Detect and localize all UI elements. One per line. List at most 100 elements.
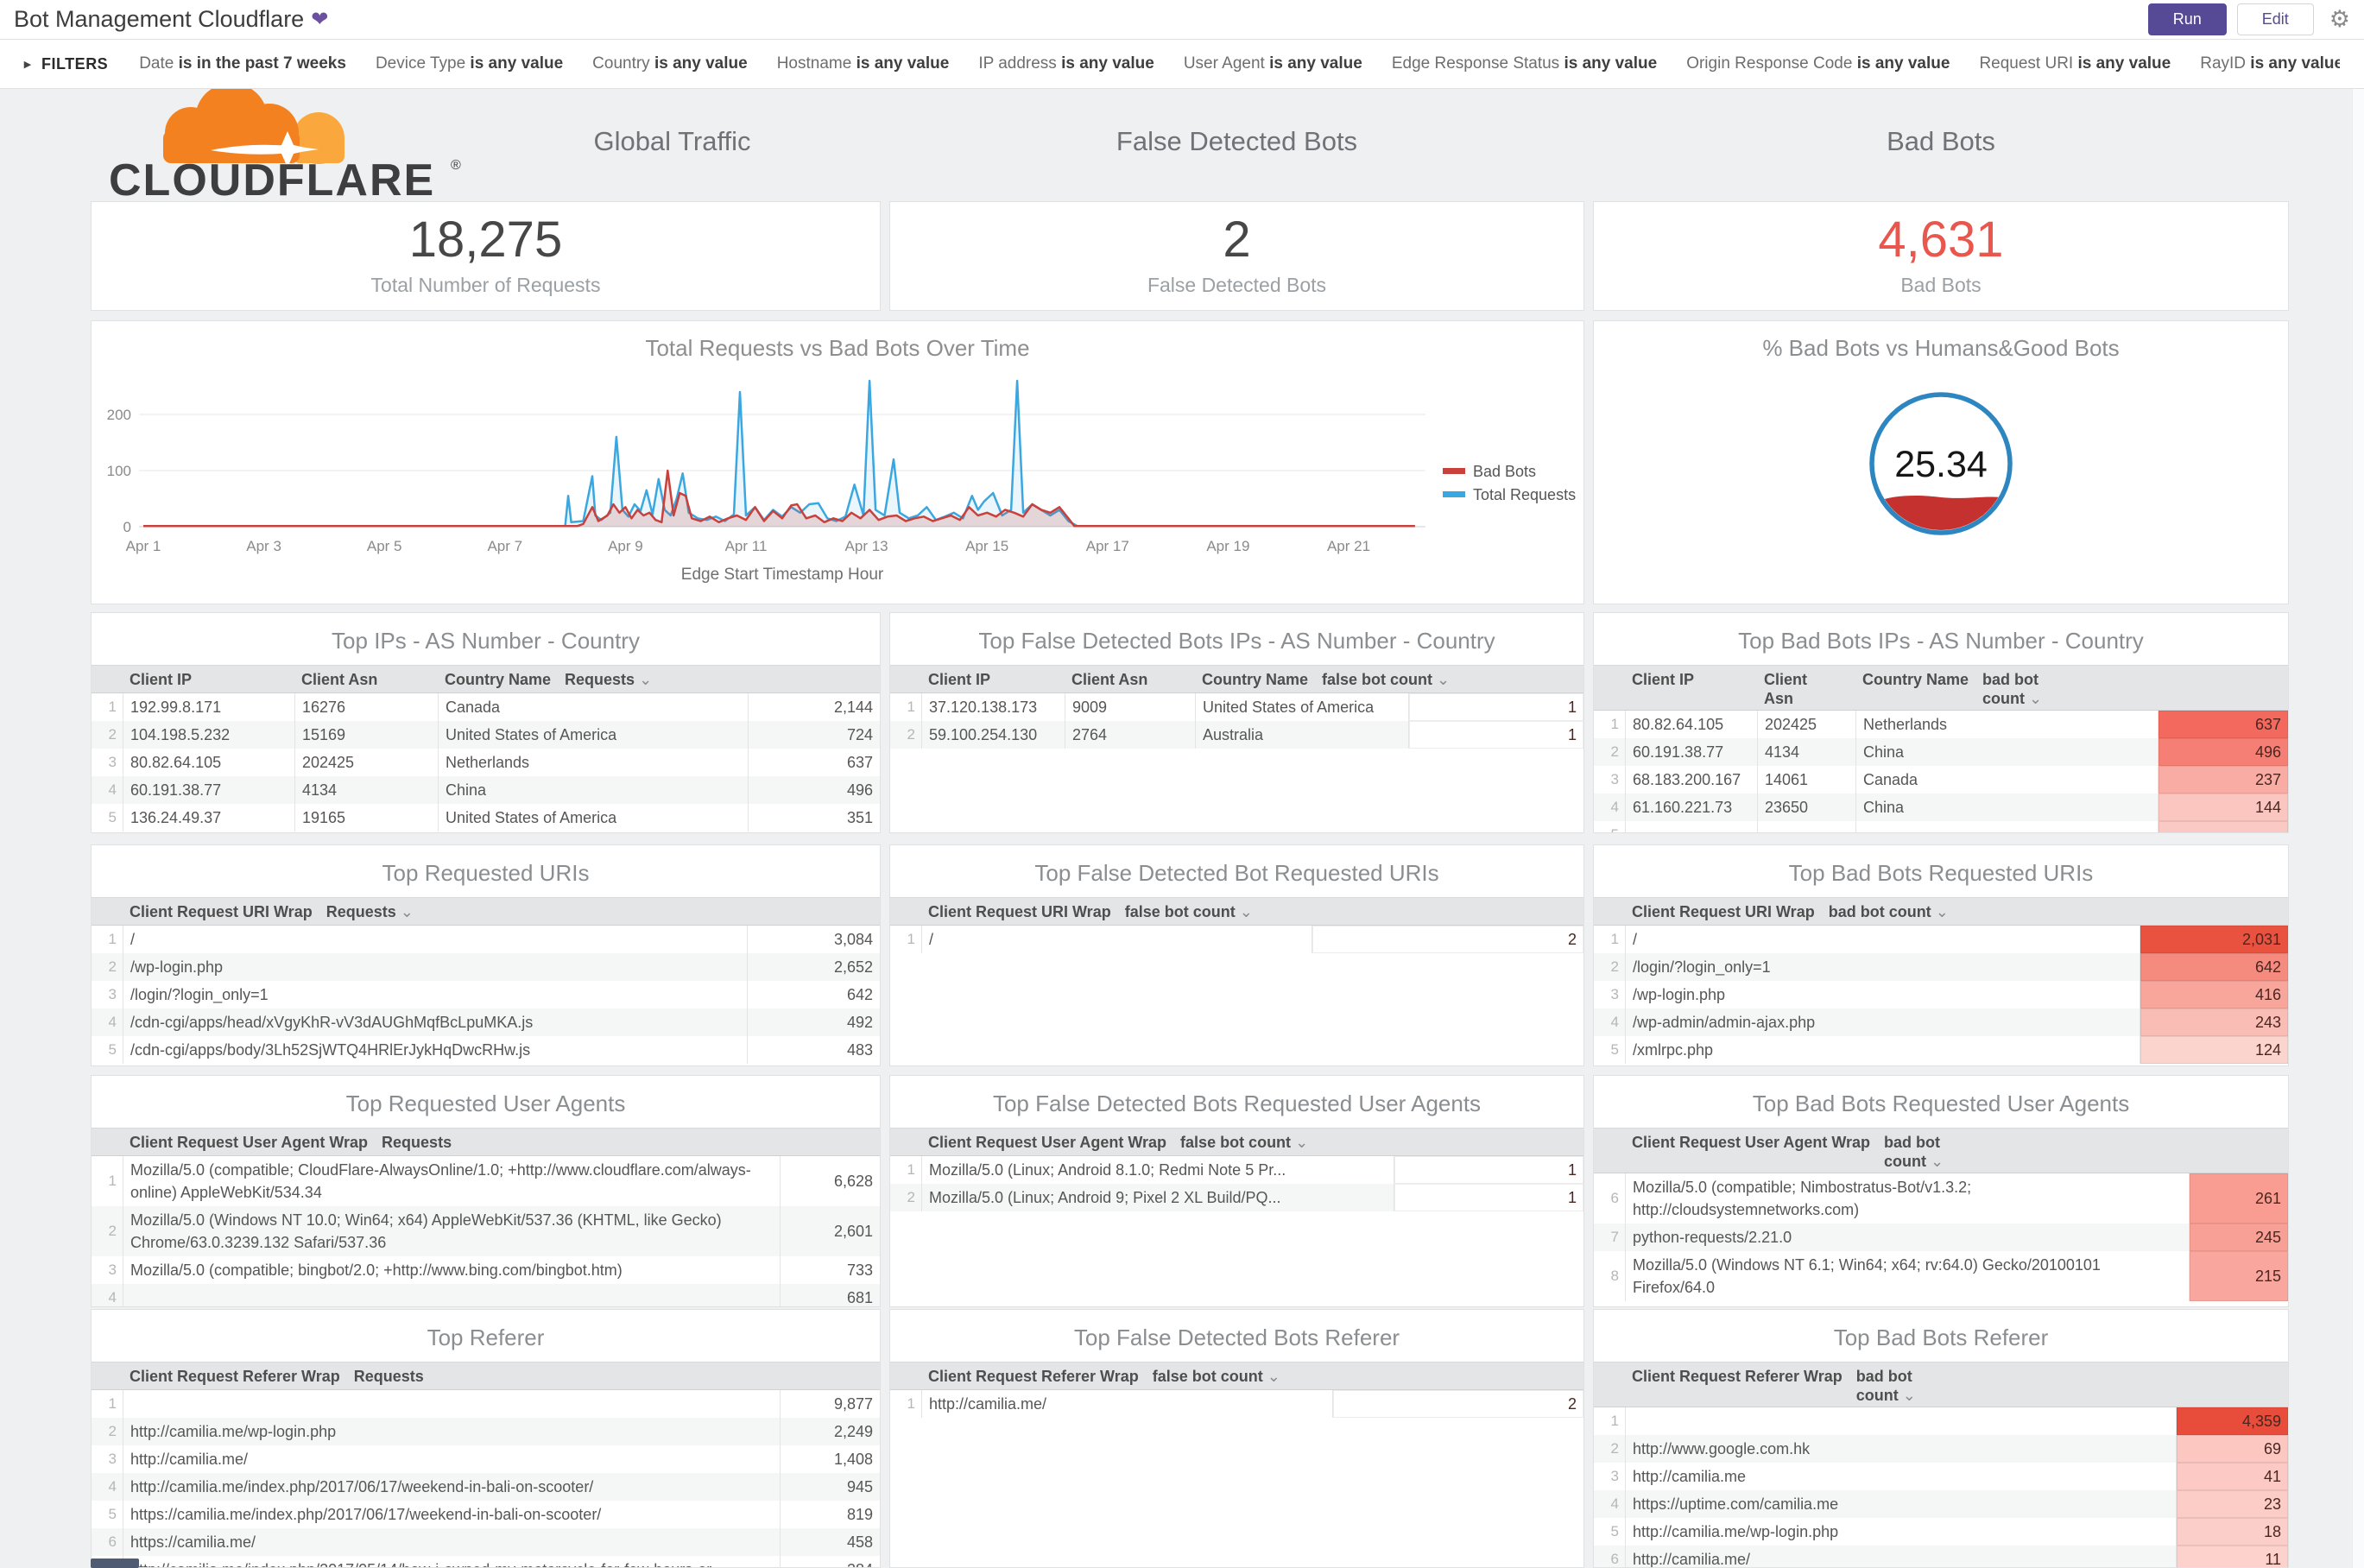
table-row[interactable]: 2/login/?login_only=1 642 <box>1594 953 2288 981</box>
table-row[interactable]: 3/wp-login.php 416 <box>1594 981 2288 1008</box>
table-row[interactable]: 3 80.82.64.105 202425 Netherlands 637 <box>92 749 880 776</box>
table-row[interactable]: 3 http://camilia.me 41 <box>1594 1463 2288 1490</box>
table-row[interactable]: 4 http://camilia.me/index.php/2017/06/17/… <box>92 1473 880 1501</box>
column-header[interactable]: false bot count ⌄ <box>1315 666 1490 692</box>
column-header[interactable]: Client Request User Agent Wrap <box>921 1129 1173 1155</box>
column-header[interactable]: Country Name <box>438 666 558 692</box>
column-header[interactable]: Requests ⌄ <box>558 666 690 692</box>
table-row[interactable]: 2 http://camilia.me/wp-login.php 2,249 <box>92 1418 880 1445</box>
data-cell: 14061 <box>1757 766 1855 793</box>
table-row[interactable]: 1 /3,084 <box>92 926 880 953</box>
table-row[interactable]: 2 60.191.38.77 4134 China 496 <box>1594 738 2288 766</box>
table-row[interactable]: 1 /2 <box>890 926 1583 953</box>
table-row[interactable]: 1 37.120.138.173 9009 United States of Amer… <box>890 693 1583 721</box>
column-header[interactable]: Client Asn <box>294 666 438 692</box>
table-row[interactable]: 6 Mozilla/5.0 (compatible; Nimbostratus-B… <box>1594 1173 2288 1223</box>
filter-item-device-type[interactable]: Device Type is any value <box>376 54 563 73</box>
column-header[interactable]: Country Name <box>1195 666 1315 692</box>
table-row[interactable]: 8 Mozilla/5.0 (Windows NT 6.1; Win64; x64… <box>1594 1251 2288 1301</box>
filter-item-hostname[interactable]: Hostname is any value <box>777 54 950 73</box>
table-row[interactable]: 2 59.100.254.130 2764 Australia 1 <box>890 721 1583 749</box>
table-row[interactable]: 2 104.198.5.232 15169 United States of Amer… <box>92 721 880 749</box>
column-header[interactable]: bad bot count ⌄ <box>1822 898 1970 925</box>
column-header[interactable]: Requests ⌄ <box>375 1129 475 1155</box>
column-header[interactable]: bad bot count ⌄ <box>1975 666 2106 710</box>
column-header[interactable]: Client Request Referer Wrap <box>1625 1363 1849 1407</box>
scrollbar-thumb[interactable] <box>91 1559 139 1568</box>
table-row[interactable]: 5 <box>1594 821 2288 832</box>
table-row[interactable]: 4 60.191.38.77 4134 China 496 <box>92 776 880 804</box>
data-cell: 202425 <box>294 749 438 776</box>
edit-button[interactable]: Edit <box>2236 3 2314 35</box>
table-row[interactable]: 6 http://camilia.me/11 <box>1594 1546 2288 1567</box>
column-header[interactable]: bad bot count ⌄ <box>1877 1129 1976 1173</box>
vertical-scrollbar-track[interactable] <box>2352 89 2364 1568</box>
table-row[interactable]: 3 Mozilla/5.0 (compatible; bingbot/2.0; +… <box>92 1256 880 1284</box>
table-row[interactable]: 5 136.24.49.37 19165 United States of Ameri… <box>92 804 880 831</box>
column-header[interactable]: Client Request Referer Wrap <box>921 1363 1146 1389</box>
filter-item-request-uri[interactable]: Request URI is any value <box>1979 54 2171 73</box>
table-row[interactable]: 1 80.82.64.105 202425 Netherlands 637 <box>1594 711 2288 738</box>
table-row[interactable]: 5/xmlrpc.php 124 <box>1594 1036 2288 1064</box>
table-row[interactable]: 4 681 <box>92 1284 880 1306</box>
filter-item-rayid[interactable]: RayID is any value <box>2200 54 2340 73</box>
table-row[interactable]: 5/cdn-cgi/apps/body/3Lh52SjWTQ4HRlErJykH… <box>92 1036 880 1064</box>
column-header[interactable]: Requests ⌄ <box>319 898 452 925</box>
table-row[interactable]: 7 python-requests/2.21.0 245 <box>1594 1223 2288 1251</box>
table-row[interactable]: 1 http://camilia.me/2 <box>890 1390 1583 1418</box>
run-button[interactable]: Run <box>2147 3 2227 35</box>
column-header[interactable]: Country Name <box>1855 666 1975 710</box>
table-row[interactable]: 7http://camilia.me/index.php/2017/05/14/… <box>92 1556 880 1567</box>
table-row[interactable]: 4 61.160.221.73 23650 China 144 <box>1594 793 2288 821</box>
gear-icon[interactable]: ⚙ <box>2329 6 2350 33</box>
column-header[interactable]: false bot count ⌄ <box>1118 898 1390 925</box>
column-header[interactable]: Client Request Referer Wrap <box>123 1363 347 1389</box>
table-row[interactable]: 4/cdn-cgi/apps/head/xVgyKhR-vV3dAUGhMqfB… <box>92 1008 880 1036</box>
filter-item-ip-address[interactable]: IP address is any value <box>978 54 1154 73</box>
column-header[interactable]: Client Asn <box>1065 666 1195 692</box>
column-header[interactable]: Requests ⌄ <box>347 1363 447 1389</box>
column-header[interactable]: false bot count ⌄ <box>1173 1129 1363 1155</box>
table-row[interactable]: 6 https://camilia.me/458 <box>92 1528 880 1556</box>
column-header[interactable]: false bot count ⌄ <box>1146 1363 1397 1389</box>
table-row[interactable]: 1 Mozilla/5.0 (Linux; Android 8.1.0; Redm… <box>890 1156 1583 1184</box>
table-row[interactable]: 2 Mozilla/5.0 (Windows NT 10.0; Win64; x6… <box>92 1206 880 1256</box>
table-row[interactable]: 5 https://camilia.me/index.php/2017/06/17… <box>92 1501 880 1528</box>
table-row[interactable]: 3/login/?login_only=1 642 <box>92 981 880 1008</box>
column-header[interactable]: Client Asn <box>1757 666 1855 710</box>
column-header[interactable]: bad bot count ⌄ <box>1849 1363 1962 1407</box>
table-row[interactable]: 1 192.99.8.171 16276 Canada 2,144 <box>92 693 880 721</box>
table-row[interactable]: 1 4,359 <box>1594 1407 2288 1435</box>
legend-label[interactable]: Total Requests <box>1473 486 1576 503</box>
filters-toggle[interactable]: ▸ FILTERS <box>24 55 108 73</box>
table-row[interactable]: 2 http://www.google.com.hk 69 <box>1594 1435 2288 1463</box>
sort-chevron-down-icon: ⌄ <box>2025 690 2043 707</box>
table-row[interactable]: 4 https://uptime.com/camilia.me 23 <box>1594 1490 2288 1518</box>
filter-item-country[interactable]: Country is any value <box>592 54 748 73</box>
table-row[interactable]: 1 Mozilla/5.0 (compatible; CloudFlare-Alw… <box>92 1156 880 1206</box>
column-header[interactable]: Client Request URI Wrap <box>123 898 319 925</box>
filter-item-origin-response-code[interactable]: Origin Response Code is any value <box>1686 54 1950 73</box>
filter-item-date[interactable]: Date is in the past 7 weeks <box>139 54 346 73</box>
column-header[interactable]: Client IP <box>921 666 1065 692</box>
data-cell: Mozilla/5.0 (Linux; Android 9; Pixel 2 X… <box>921 1184 1394 1211</box>
table-row[interactable]: 2 Mozilla/5.0 (Linux; Android 9; Pixel 2 … <box>890 1184 1583 1211</box>
column-header[interactable]: Client Request User Agent Wrap <box>123 1129 375 1155</box>
table-header-row: Client Request Referer Wrap bad bot count… <box>1594 1362 2288 1407</box>
table-row[interactable]: 2/wp-login.php 2,652 <box>92 953 880 981</box>
table-row[interactable]: 3 http://camilia.me/1,408 <box>92 1445 880 1473</box>
column-header[interactable]: Client IP <box>123 666 294 692</box>
table-row[interactable]: 1 /2,031 <box>1594 926 2288 953</box>
table-row[interactable]: 5 http://camilia.me/wp-login.php 18 <box>1594 1518 2288 1546</box>
filter-item-edge-response-status[interactable]: Edge Response Status is any value <box>1392 54 1657 73</box>
column-header[interactable]: Client Request URI Wrap <box>921 898 1118 925</box>
table-row[interactable]: 4/wp-admin/admin-ajax.php 243 <box>1594 1008 2288 1036</box>
legend-label[interactable]: Bad Bots <box>1473 463 1536 480</box>
table-row[interactable]: 1 9,877 <box>92 1390 880 1418</box>
data-cell: 136.24.49.37 <box>123 804 294 831</box>
table-row[interactable]: 3 68.183.200.167 14061 Canada 237 <box>1594 766 2288 793</box>
column-header[interactable]: Client IP <box>1625 666 1757 710</box>
column-header[interactable]: Client Request User Agent Wrap <box>1625 1129 1877 1173</box>
filter-item-user-agent[interactable]: User Agent is any value <box>1184 54 1362 73</box>
column-header[interactable]: Client Request URI Wrap <box>1625 898 1822 925</box>
